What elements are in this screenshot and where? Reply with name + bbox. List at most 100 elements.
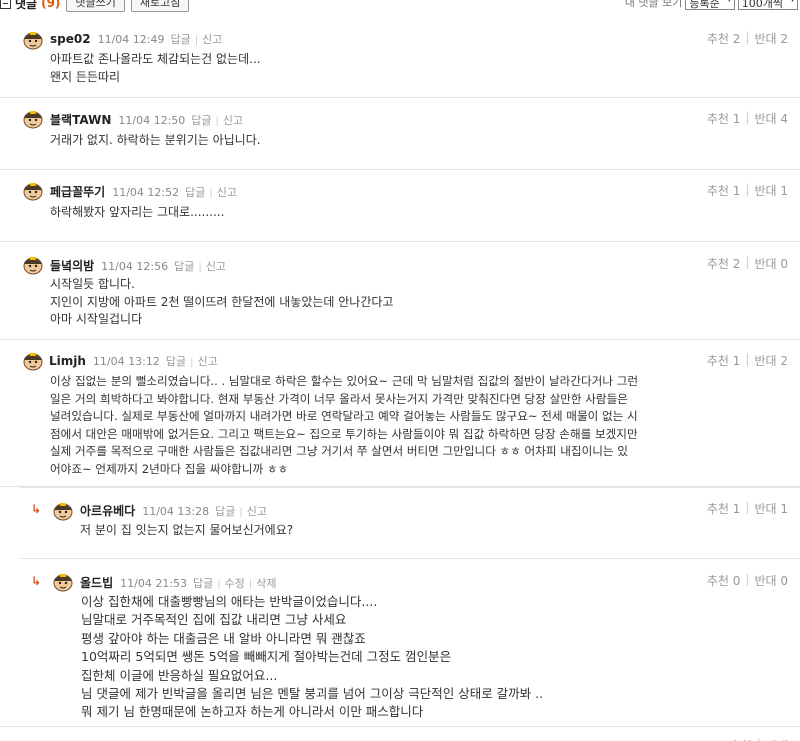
upvote-label: 추천 <box>706 112 729 126</box>
reply-link[interactable]: 답글 <box>170 31 190 47</box>
comment-line: 이상 집없는 분의 뻘소리였습니다.. . 님말대로 하락은 할수는 있어요~ … <box>50 374 639 388</box>
comment-body: 시작일듯 합니다. 지인이 지방에 아파트 2천 떨이뜨려 한달전에 내놓았는데… <box>50 276 393 329</box>
comment-author[interactable]: 페급꼴뚜기 <box>50 183 105 200</box>
comment-author[interactable]: spe02 <box>50 32 91 46</box>
reply-link[interactable]: 답글 <box>193 575 213 591</box>
comment-line: 님말대로 거주목적인 집에 집값 내리면 그냥 사세요 <box>81 612 347 628</box>
comment-line: 하락해봤자 앞자리는 그대로......... <box>50 205 225 219</box>
downvote-button[interactable]: 반대 1 <box>754 500 788 517</box>
comment-body: 저 분이 집 잇는지 없는지 물어보신거에요? <box>80 522 293 540</box>
avatar-helmet-icon <box>22 737 44 741</box>
downvote-label: 반대 <box>754 112 777 126</box>
divider: | <box>198 262 202 273</box>
divider: | <box>190 357 194 368</box>
downvote-label: 반대 <box>754 184 777 198</box>
write-comment-button[interactable]: 댓글쓰기 <box>66 0 125 12</box>
upvote-button[interactable]: 추천 2 <box>707 30 741 47</box>
comment-date: 11/04 12:49 <box>97 33 165 46</box>
upvote-button[interactable]: 추천 1 <box>707 352 741 369</box>
upvote-button[interactable]: 추천 1 <box>707 500 741 517</box>
downvote-button[interactable]: 반대 1 <box>754 182 788 199</box>
report-link[interactable]: 신고 <box>206 258 226 274</box>
avatar-helmet-icon <box>23 32 43 50</box>
divider: | <box>745 352 750 366</box>
edit-link[interactable]: 수정 <box>225 575 245 591</box>
downvote-button[interactable]: 반대 0 <box>754 572 788 589</box>
downvote-label: 반대 <box>754 574 777 588</box>
comment-item: 추천 | 반대 <box>0 726 800 741</box>
comment-line: 실제 거주를 목적으로 구매한 사람들은 집값내리면 그냥 거기서 쭈 살면서 … <box>50 444 628 458</box>
comment-body: 이상 집한채에 대출빵빵님의 애타는 반박글이었습니다.... 님말대로 거주목… <box>81 593 543 722</box>
upvote-count: 2 <box>732 257 741 271</box>
avatar-helmet-icon <box>23 183 43 201</box>
comment-line: 이상 집한채에 대출빵빵님의 애타는 반박글이었습니다.... <box>81 594 378 609</box>
avatar-helmet-icon <box>53 574 73 592</box>
delete-link[interactable]: 삭제 <box>256 575 276 591</box>
reply-arrow-icon: ↳ <box>31 502 42 516</box>
sort-select-value: 등록순 <box>689 0 720 10</box>
sort-select[interactable]: 등록순 <box>685 0 735 10</box>
downvote-button[interactable]: 반대 2 <box>754 352 788 369</box>
comment-item: 들녘의밤 11/04 12:56 답글 | 신고 추천 2 | 반대 0 시작일듯 합니… <box>0 241 800 339</box>
report-link[interactable]: 신고 <box>223 112 243 128</box>
upvote-button[interactable]: 추천 1 <box>707 182 741 199</box>
upvote-count: 1 <box>732 184 741 198</box>
downvote-label[interactable]: 반대 <box>766 737 788 741</box>
comment-line: 뭐 제기 님 한명때문에 논하고자 하는게 아니라서 이만 패스합니다 <box>81 704 424 720</box>
comment-box-icon <box>0 0 11 9</box>
reply-link[interactable]: 답글 <box>166 353 186 369</box>
reply-link[interactable]: 답글 <box>215 503 235 519</box>
divider: | <box>215 116 219 127</box>
my-comments-link[interactable]: 내 댓글 보기 <box>625 0 683 10</box>
comment-line: 아파트값 존나올라도 체감되는건 없는데... <box>50 52 261 66</box>
downvote-count: 0 <box>780 574 788 588</box>
comment-body: 하락해봤자 앞자리는 그대로......... <box>50 204 224 222</box>
upvote-label: 추천 <box>706 574 729 588</box>
comment-author[interactable]: 들녘의밤 <box>50 257 94 274</box>
downvote-count: 1 <box>780 184 788 198</box>
comment-date: 11/04 12:50 <box>118 114 186 127</box>
comment-date: 11/04 21:53 <box>120 577 188 590</box>
comment-item: 블랙TAWN 11/04 12:50 답글 | 신고 추천 1 | 반대 4 거래가 없… <box>0 97 800 169</box>
upvote-count: 0 <box>732 574 741 588</box>
downvote-label: 반대 <box>754 32 777 46</box>
comment-line: 평생 갚아야 하는 대출금은 내 알바 아니라면 뭐 괜찮죠 <box>81 630 366 646</box>
downvote-button[interactable]: 반대 2 <box>754 30 788 47</box>
report-link[interactable]: 신고 <box>202 31 222 47</box>
comment-author[interactable]: 아르유베다 <box>80 502 135 519</box>
comment-author[interactable]: Limjh <box>49 354 86 368</box>
reply-link[interactable]: 답글 <box>174 258 194 274</box>
reply-item: ↳ 올드빕 11/04 21:53 답글 | 수정 | 삭제 추천 0 | 반대 0 이상 … <box>0 558 800 726</box>
downvote-button[interactable]: 반대 4 <box>754 110 788 127</box>
downvote-count: 1 <box>780 502 788 516</box>
divider <box>20 558 800 559</box>
downvote-label: 반대 <box>754 257 777 271</box>
page-size-select[interactable]: 100개씩 <box>737 0 798 10</box>
comment-line: 어야죠~ 언제까지 2년마다 집을 싸야합니까 ㅎㅎ <box>50 461 289 476</box>
upvote-button[interactable]: 추천 2 <box>707 255 741 272</box>
report-link[interactable]: 신고 <box>197 353 217 369</box>
downvote-label: 반대 <box>754 354 777 368</box>
upvote-label: 추천 <box>706 32 729 46</box>
comment-line: 일은 거의 희박하다고 봐야합니다. 현재 부동산 가격이 너무 올라서 못사는… <box>50 391 628 406</box>
comment-line: 님 댓글에 제가 빈박글을 올리면 님은 멘탈 붕괴를 넘어 그이상 극단적인 … <box>81 686 544 702</box>
downvote-button[interactable]: 반대 0 <box>754 255 788 272</box>
comment-line: 저 분이 집 잇는지 없는지 물어보신거에요? <box>80 523 294 537</box>
upvote-button[interactable]: 추천 0 <box>707 572 741 589</box>
divider: | <box>745 572 750 586</box>
comment-item: 페급꼴뚜기 11/04 12:52 답글 | 신고 추천 1 | 반대 1 하락해봤자 … <box>0 169 800 241</box>
comment-line: 점에서 대안은 매매밖에 없거든요. 그리고 팩트는요~ 집으로 투기하는 사람… <box>50 426 638 441</box>
refresh-button[interactable]: 새로고침 <box>130 0 190 12</box>
comment-line: 아마 시작일겁니다 <box>50 312 143 326</box>
report-link[interactable]: 신고 <box>217 184 237 200</box>
upvote-label[interactable]: 추천 <box>730 737 752 741</box>
comment-line: 집한체 이글에 반응하실 필요없어요... <box>81 667 278 683</box>
report-link[interactable]: 신고 <box>247 503 267 519</box>
comment-author[interactable]: 블랙TAWN <box>50 111 111 128</box>
reply-link[interactable]: 답글 <box>185 184 205 200</box>
divider: | <box>745 110 750 124</box>
reply-link[interactable]: 답글 <box>191 112 211 128</box>
upvote-button[interactable]: 추천 1 <box>707 110 741 127</box>
avatar-helmet-icon <box>23 257 43 275</box>
comment-author[interactable]: 올드빕 <box>80 574 113 591</box>
